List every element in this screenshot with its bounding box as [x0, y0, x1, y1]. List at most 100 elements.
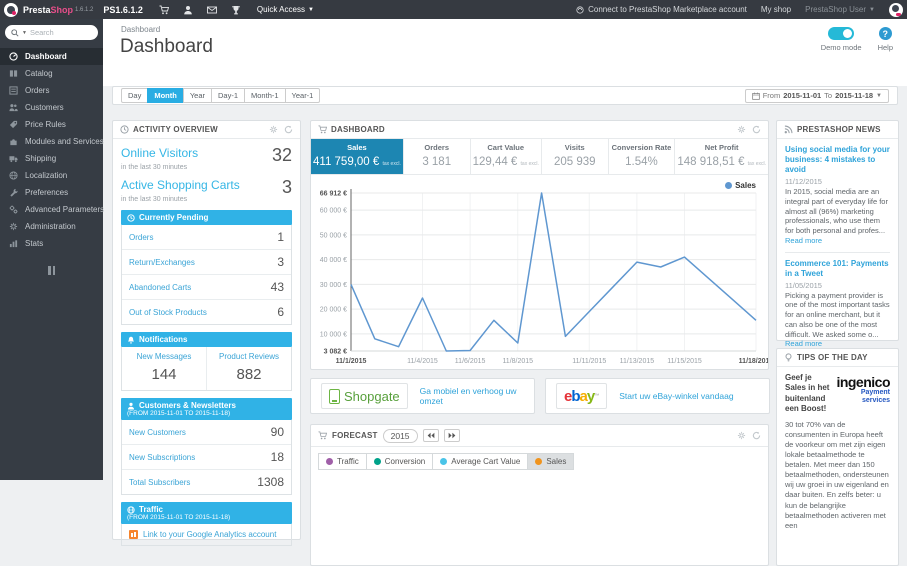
- news-body: Using social media for your business: 4 …: [777, 139, 898, 379]
- news-article-title[interactable]: Ecommerce 101: Payments in a Tweet: [785, 259, 890, 279]
- sidebar-item-dashboard[interactable]: Dashboard: [0, 48, 103, 65]
- kpi-cart-value[interactable]: Cart Value 129,44 € tax excl.: [471, 139, 542, 174]
- divider: [785, 251, 890, 253]
- table-row[interactable]: New Customers 90: [122, 420, 291, 444]
- help-icon[interactable]: ?: [878, 27, 892, 40]
- search-icon: [11, 28, 19, 37]
- tab-traffic[interactable]: Traffic: [318, 453, 367, 470]
- gear-icon[interactable]: [737, 125, 746, 134]
- table-row[interactable]: Out of Stock Products 6: [122, 299, 291, 324]
- range-year-1-button[interactable]: Year-1: [284, 88, 321, 103]
- product-reviews-cell[interactable]: Product Reviews 882: [206, 347, 291, 390]
- gear-icon[interactable]: [269, 125, 278, 134]
- ingenico-logo: ingenico Payment services: [836, 375, 890, 405]
- kpi-sales[interactable]: Sales 411 759,00 € tax excl.: [311, 139, 404, 174]
- online-visitors-link[interactable]: Online Visitors: [121, 146, 198, 160]
- search-input[interactable]: [29, 28, 82, 37]
- notifications-grid: New Messages 144 Product Reviews 882: [121, 347, 292, 391]
- gear-icon[interactable]: [737, 431, 746, 440]
- shopgate-link[interactable]: Ga mobiel en verhoog uw omzet: [420, 386, 524, 406]
- previous-year-button[interactable]: [422, 429, 439, 442]
- sidebar-item-advanced-parameters[interactable]: Advanced Parameters: [0, 201, 104, 218]
- news-panel-header: PRESTASHOP NEWS: [777, 121, 898, 139]
- ebay-banner[interactable]: ebay ™ Start uw eBay-winkel vandaag: [545, 378, 770, 414]
- sidebar-search[interactable]: ▼: [5, 25, 98, 40]
- kpi-visits[interactable]: Visits 205 939: [542, 139, 609, 174]
- sidebar-item-stats[interactable]: Stats: [0, 235, 103, 252]
- sidebar-collapse-button[interactable]: [47, 266, 57, 275]
- tab-average-cart-value[interactable]: Average Cart Value: [432, 453, 529, 470]
- range-day-button[interactable]: Day: [121, 88, 149, 103]
- refresh-icon[interactable]: [284, 125, 293, 134]
- new-messages-cell[interactable]: New Messages 144: [122, 347, 206, 390]
- sidebar-item-customers[interactable]: Customers: [0, 99, 103, 116]
- gears-icon: [9, 205, 18, 214]
- tab-sales[interactable]: Sales: [527, 453, 575, 470]
- range-day-1-button[interactable]: Day-1: [211, 88, 246, 103]
- range-month-button[interactable]: Month: [147, 88, 184, 103]
- avatar[interactable]: [889, 2, 903, 17]
- table-row[interactable]: New Subscriptions 18: [122, 444, 291, 469]
- forecast-tabs: Traffic Conversion Average Cart Value Sa…: [311, 447, 768, 470]
- refresh-icon[interactable]: [752, 431, 761, 440]
- calendar-icon: [751, 92, 760, 100]
- forecast-year[interactable]: 2015: [382, 428, 418, 443]
- date-range-picker[interactable]: From 2015-11-01 To 2015-11-18 ▼: [744, 88, 889, 103]
- range-year-button[interactable]: Year: [182, 88, 212, 103]
- news-article-title[interactable]: Using social media for your business: 4 …: [785, 145, 890, 175]
- panel-actions: [269, 125, 293, 134]
- table-row[interactable]: Abandoned Carts 43: [122, 274, 291, 299]
- ebay-link[interactable]: Start uw eBay-winkel vandaag: [619, 391, 733, 401]
- row-value: 90: [270, 425, 284, 439]
- table-row[interactable]: Return/Exchanges 3: [122, 249, 291, 274]
- read-more-link[interactable]: Read more: [785, 339, 822, 348]
- refresh-icon[interactable]: [752, 125, 761, 134]
- sidebar-item-orders[interactable]: Orders: [0, 82, 103, 99]
- tab-conversion[interactable]: Conversion: [365, 453, 434, 470]
- to-date: 2015-11-18: [835, 91, 874, 100]
- trophy-icon[interactable]: [231, 5, 241, 15]
- user-icon[interactable]: [183, 5, 193, 15]
- sidebar-item-preferences[interactable]: Preferences: [0, 184, 103, 201]
- marketplace-link[interactable]: Connect to PrestaShop Marketplace accoun…: [576, 5, 747, 14]
- kpi-orders[interactable]: Orders 3 181: [404, 139, 471, 174]
- sidebar-item-price-rules[interactable]: Price Rules: [0, 116, 103, 133]
- svg-text:50 000 €: 50 000 €: [320, 232, 347, 239]
- active-carts-sub: in the last 30 minutes: [121, 196, 188, 203]
- kpi-conversion-rate[interactable]: Conversion Rate 1.54%: [609, 139, 676, 174]
- mail-icon[interactable]: [206, 5, 217, 15]
- my-shop-link[interactable]: My shop: [761, 5, 791, 14]
- sidebar-item-modules-and-services[interactable]: Modules and Services: [0, 133, 104, 150]
- sidebar-item-shipping[interactable]: Shipping: [0, 150, 103, 167]
- kpi-net-profit[interactable]: Net Profit 148 918,51 € tax excl.: [675, 139, 768, 174]
- dashboard-panel: DASHBOARD Sales 411 759,00 € tax excl. O…: [310, 120, 769, 370]
- cart-icon[interactable]: [159, 5, 169, 15]
- sidebar-item-label: Modules and Services: [25, 137, 104, 146]
- kpi-label: Net Profit: [704, 143, 739, 152]
- quick-access-menu[interactable]: Quick Access ▼: [257, 5, 314, 14]
- next-year-button[interactable]: [443, 429, 460, 442]
- brand-suffix: Shop: [50, 4, 74, 15]
- active-carts-link[interactable]: Active Shopping Carts: [121, 178, 240, 192]
- search-scope-caret-icon[interactable]: ▼: [22, 30, 27, 36]
- demo-mode-control: Demo mode: [821, 27, 862, 52]
- excerpt-text: Picking a payment provider is one of the…: [785, 290, 890, 339]
- table-row[interactable]: Orders 1: [122, 225, 291, 249]
- brand-version: 1.6.1.2: [75, 6, 94, 13]
- sidebar-item-administration[interactable]: Administration: [0, 218, 103, 235]
- chart-legend[interactable]: Sales: [725, 181, 756, 190]
- kpi-label: Visits: [564, 143, 585, 152]
- read-more-link[interactable]: Read more: [785, 236, 822, 245]
- table-row[interactable]: Total Subscribers 1308: [122, 469, 291, 494]
- google-analytics-link-row[interactable]: Link to your Google Analytics account: [121, 524, 292, 546]
- range-month-1-button[interactable]: Month-1: [244, 88, 286, 103]
- row-value: 18: [270, 450, 284, 464]
- sidebar-item-localization[interactable]: Localization: [0, 167, 103, 184]
- demo-mode-toggle[interactable]: [828, 27, 855, 40]
- fast-forward-icon: [448, 432, 455, 439]
- tips-panel-header: TIPS OF THE DAY: [777, 349, 898, 367]
- user-menu[interactable]: PrestaShop User ▼: [805, 5, 875, 14]
- shopgate-banner[interactable]: Shopgate Ga mobiel en verhoog uw omzet: [310, 378, 535, 414]
- sidebar-item-catalog[interactable]: Catalog: [0, 65, 103, 82]
- shopgate-brand: Shopgate: [344, 388, 400, 404]
